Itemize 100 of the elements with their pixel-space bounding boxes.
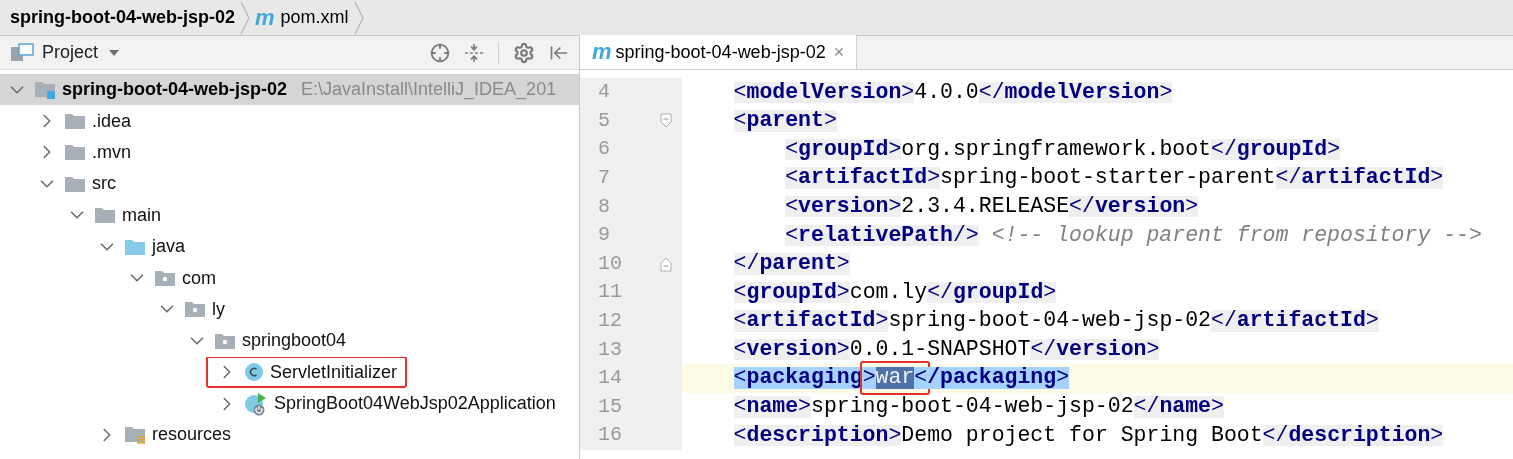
xml-tag: </groupId> xyxy=(927,281,1057,304)
folder-icon xyxy=(64,112,86,131)
line-number: 10 xyxy=(597,250,623,277)
line-number: 16 xyxy=(597,422,623,449)
breadcrumb-item[interactable]: spring-boot-04-web-jsp-02 xyxy=(6,4,239,31)
tag-value: Demo project for Spring Boot xyxy=(901,424,1263,447)
xml-tag: <parent> xyxy=(733,110,837,132)
tree-item-label: springboot04 xyxy=(242,329,347,353)
locate-icon[interactable] xyxy=(430,42,450,63)
tree-row[interactable]: java xyxy=(0,230,579,263)
tag-value: 4.0.0 xyxy=(914,81,979,104)
xml-tag: <name> xyxy=(733,396,811,418)
xml-tag: </version> xyxy=(1069,195,1199,218)
breadcrumb-chevron-icon xyxy=(239,0,251,36)
line-number: 7 xyxy=(597,165,611,192)
xml-tag: </name> xyxy=(1133,396,1224,418)
tree-row[interactable]: ly xyxy=(0,293,579,326)
xml-tag: <relativePath/> xyxy=(785,224,979,246)
tree-item-label: src xyxy=(92,172,116,196)
tree-item-label: ServletInitializer xyxy=(270,360,398,384)
tag-value: com.ly xyxy=(849,281,928,304)
project-path: E:\JavaInstall\IntelliJ_IDEA_201 xyxy=(301,78,557,102)
tree-row[interactable]: SpringBoot04WebJsp02Application xyxy=(0,387,579,420)
line-number: 4 xyxy=(597,79,611,106)
project-view-icon xyxy=(10,42,34,63)
xml-tag: </groupId> xyxy=(1211,138,1341,161)
xml-tag: <groupId> xyxy=(785,138,902,161)
folder-icon xyxy=(64,174,86,193)
xml-tag: <modelVersion> xyxy=(733,81,915,104)
tree-row[interactable]: .idea xyxy=(0,105,579,137)
line-number: 8 xyxy=(597,193,611,220)
tree-row[interactable]: resources xyxy=(0,419,579,451)
tree-row[interactable]: spring-boot-04-web-jsp-02 E:\JavaInstall\IntelliJ_IDEA_201 xyxy=(0,74,579,106)
tag-value: spring-boot-starter-parent xyxy=(940,167,1276,189)
package-icon xyxy=(154,269,176,288)
tag-value: spring-boot-04-web-jsp-02 xyxy=(811,396,1134,418)
line-number: 14 xyxy=(597,365,623,392)
application-class-icon xyxy=(244,391,268,416)
folder-icon xyxy=(94,206,116,225)
tab-label: spring-boot-04-web-jsp-02 xyxy=(615,40,826,64)
settings-icon[interactable] xyxy=(513,41,535,64)
xml-tag: </artifactId> xyxy=(1275,167,1444,189)
xml-tag: <groupId> xyxy=(733,281,850,304)
package-icon xyxy=(184,300,206,319)
xml-tag: </description> xyxy=(1262,424,1444,447)
xml-tag: </modelVersion> xyxy=(978,81,1173,104)
tree-item-label: spring-boot-04-web-jsp-02 xyxy=(62,78,287,102)
tree-item-label: main xyxy=(122,203,161,227)
editor-tab[interactable]: m spring-boot-04-web-jsp-02 × xyxy=(580,35,858,69)
line-number: 15 xyxy=(597,393,623,420)
tree-row[interactable]: .mvn xyxy=(0,136,579,169)
tag-value: 2.3.4.RELEASE xyxy=(901,195,1070,218)
xml-tag: </parent> xyxy=(733,253,850,275)
line-number: 6 xyxy=(597,136,611,163)
collapse-all-icon[interactable] xyxy=(464,42,484,63)
xml-tag: </artifactId> xyxy=(1211,310,1379,332)
tag-value: spring-boot-04-web-jsp-02 xyxy=(888,310,1211,332)
close-button[interactable]: × xyxy=(833,38,845,66)
tree-item-label: java xyxy=(152,235,186,259)
xml-tag: <artifactId> xyxy=(733,310,889,332)
tag-value: org.springframework.boot xyxy=(901,138,1211,161)
breadcrumb-chevron-icon xyxy=(352,0,365,36)
tree-row[interactable]: springboot04 xyxy=(0,325,579,357)
xml-tag: <packaging xyxy=(733,367,863,389)
xml-tag: /packaging> xyxy=(927,367,1070,389)
xml-tag: <artifactId> xyxy=(785,167,941,189)
line-number: 9 xyxy=(597,222,611,249)
resources-folder-icon xyxy=(124,425,146,445)
line-number: 5 xyxy=(597,107,611,134)
tree-item-label: .mvn xyxy=(92,140,131,164)
tree-row[interactable]: src xyxy=(0,168,579,200)
xml-tag: </version> xyxy=(1030,338,1160,361)
dropdown-caret-icon xyxy=(108,48,121,57)
xml-tag: <version> xyxy=(733,338,850,361)
fold-start-icon[interactable] xyxy=(660,112,672,129)
folder-icon xyxy=(64,143,86,162)
breadcrumb-item[interactable]: m pom.xml xyxy=(251,4,353,31)
view-selector[interactable]: Project xyxy=(42,39,121,66)
xml-tag: <version> xyxy=(785,195,902,218)
maven-icon: m xyxy=(255,6,275,29)
line-number: 11 xyxy=(597,279,623,306)
line-number: 13 xyxy=(597,336,623,363)
xml-tag: <description> xyxy=(733,424,902,447)
source-folder-icon xyxy=(124,237,146,256)
tag-value: 0.0.1-SNAPSHOT xyxy=(849,338,1031,361)
tree-row[interactable]: main xyxy=(0,199,579,231)
tree-item-label: ly xyxy=(212,297,225,321)
tree-item-label: resources xyxy=(152,423,232,447)
line-number: 12 xyxy=(597,308,623,335)
tree-item-label: .idea xyxy=(92,109,132,133)
module-folder-icon xyxy=(34,79,56,100)
package-icon xyxy=(214,331,236,350)
tree-item-label: com xyxy=(182,266,216,290)
code-comment: <!-- lookup parent from repository --> xyxy=(991,224,1482,246)
xml-tag: < xyxy=(914,367,928,389)
maven-icon: m xyxy=(592,41,612,63)
tree-row[interactable]: ServletInitializer xyxy=(0,356,579,388)
class-icon xyxy=(244,362,264,383)
tree-item-label: SpringBoot04WebJsp02Application xyxy=(274,392,556,416)
tree-row[interactable]: com xyxy=(0,262,579,294)
